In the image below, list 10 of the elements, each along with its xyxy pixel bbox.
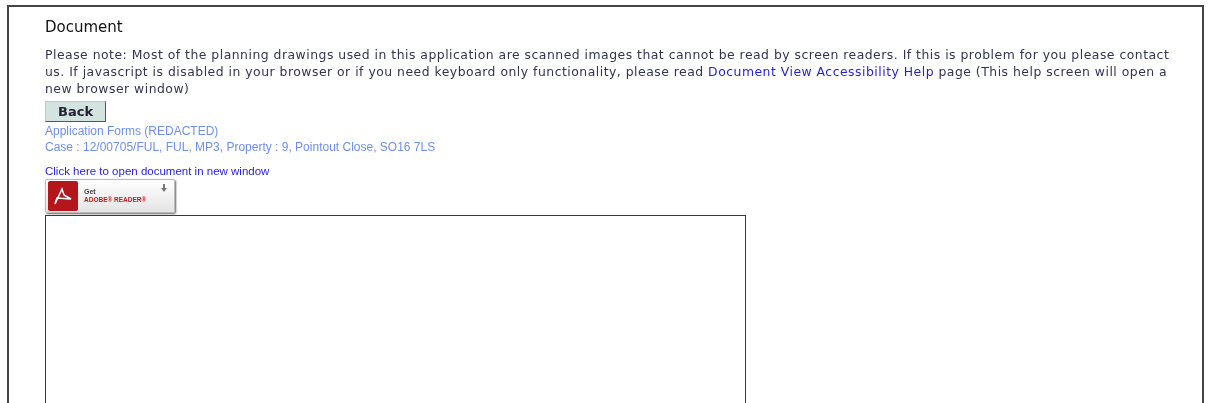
open-in-new-window-link[interactable]: Click here to open document in new window — [45, 164, 270, 178]
accessibility-help-link[interactable]: Document — [708, 64, 777, 79]
back-button[interactable]: Back — [45, 101, 107, 122]
accessibility-note: Please note: Most of the planning drawings used in this application are scanned images that cannot be read by screen readers. If this is problem for you please contact us. If javascript is disabled in your browser or if you need keyboard only functionality, please read Document View Accessibility Help page (This help screen will open a new browser window) — [45, 46, 1171, 97]
accessibility-help-link[interactable]: View Accessibility Help — [780, 64, 935, 79]
section-heading: Document — [45, 17, 124, 37]
document-title: Application Forms (REDACTED) — [45, 123, 220, 139]
case-details: Case : 12/00705/FUL, FUL, MP3, Property : 9, Pointout Close, SO16 7LS — [45, 139, 437, 155]
download-arrow-icon — [161, 184, 167, 192]
acrobat-icon — [48, 181, 78, 211]
